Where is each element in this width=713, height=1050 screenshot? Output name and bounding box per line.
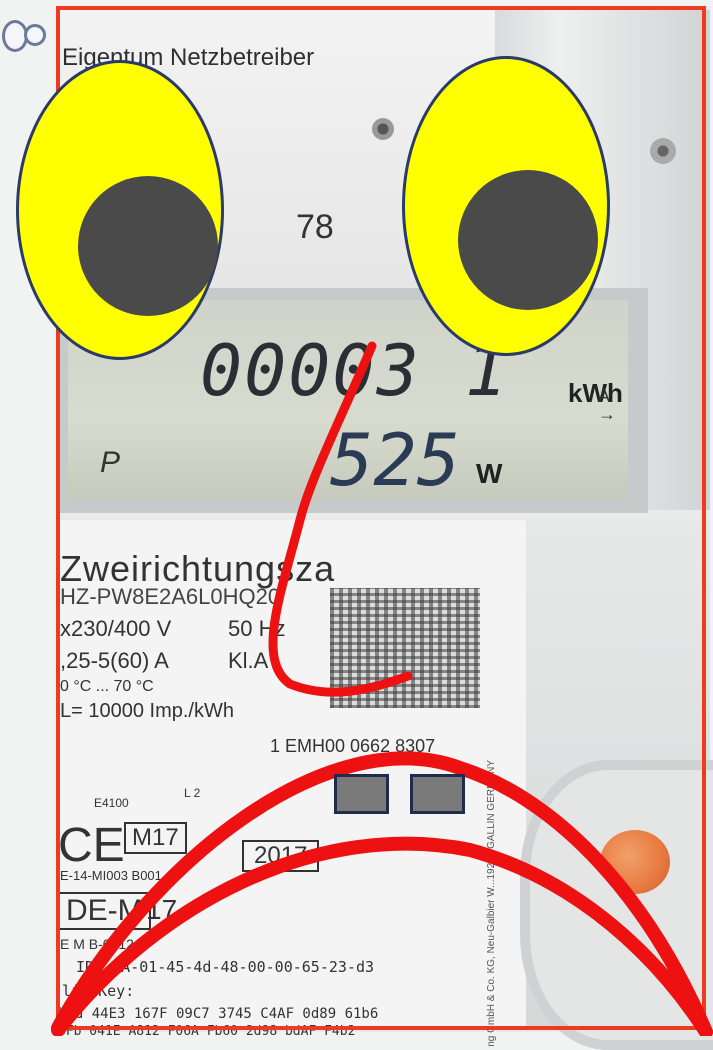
thought-bubble-small [24, 24, 46, 46]
left-pupil [78, 176, 218, 316]
left-tooth [334, 774, 389, 814]
right-pupil [458, 170, 598, 310]
right-tooth [410, 774, 465, 814]
